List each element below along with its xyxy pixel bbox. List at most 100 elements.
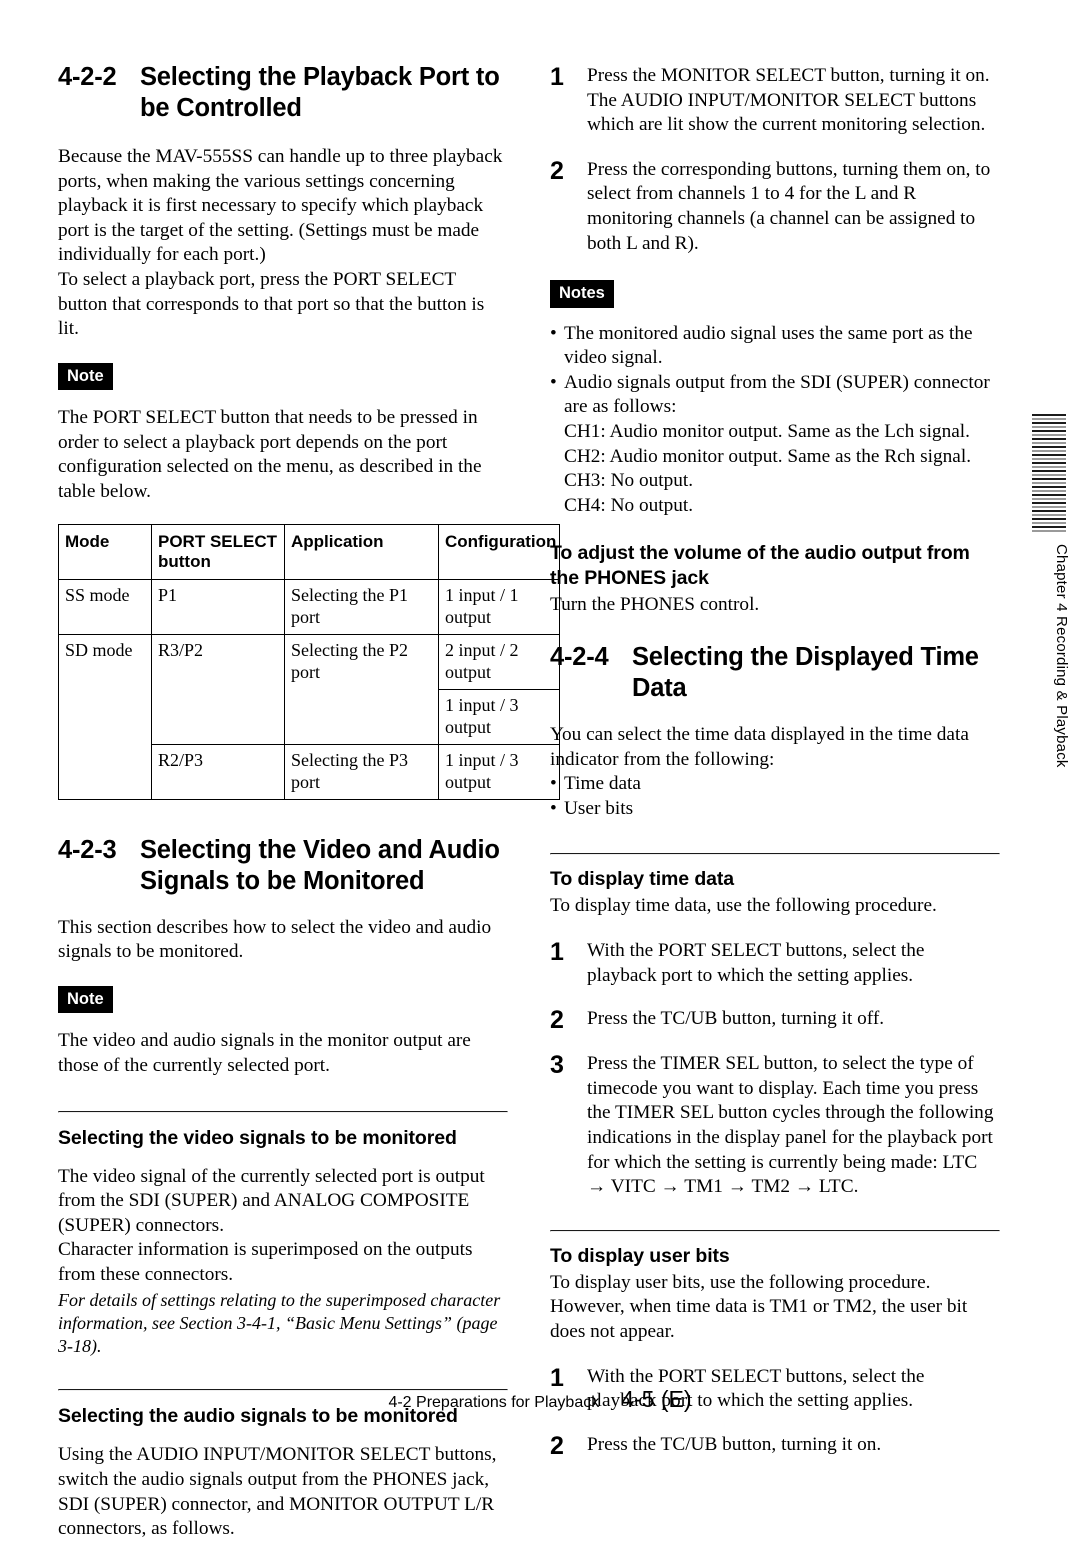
cell-button: R3/P2 [151,633,285,745]
list-item: • The monitored audio signal uses the sa… [550,322,998,371]
note-text: Audio signals output from the SDI (SUPER… [564,371,990,418]
bullet-icon: • [550,322,557,344]
note-badge: Note [58,985,113,1014]
cell-mode: SS mode [58,578,152,635]
manual-page: 4-2-2 Selecting the Playback Port to be … [0,0,1080,1539]
step-text: Press the corresponding buttons, turning… [587,158,991,254]
note-badge-wrapper-1: Note [58,362,506,391]
video-paragraph-2: Character information is superimposed on… [58,1239,473,1285]
subheading-phones-volume: To adjust the volume of the audio output… [550,542,970,590]
note-subline-ch1: CH1: Audio monitor output. Same as the L… [564,421,970,443]
step-monitor-2: 2 Press the corresponding buttons, turni… [550,158,998,256]
note-subline-ch3: CH3: No output. [564,470,694,492]
side-tab-label: Chapter 4 Recording & Playback [1053,544,1070,768]
step-monitor-1: 1 Press the MONITOR SELECT button, turni… [550,64,998,138]
table-header-application: Application [284,523,439,580]
bullet-icon: • [550,797,557,819]
cell-configuration: 1 input / 1 output [438,578,560,635]
video-paragraph-1: The video signal of the currently select… [58,1165,485,1236]
table-header-row: Mode PORT SELECT button Application Conf… [58,523,560,580]
chapter-side-tab: Chapter 4 Recording & Playback [1024,414,1070,774]
bullet-icon: • [550,773,557,795]
time-data-options-list: • Time data • User bits [550,772,998,821]
table-header-port-select-button: PORT SELECT button [151,523,285,580]
subheading-display-time-data: To display time data [550,868,735,891]
section-heading-4-2-2: 4-2-2 Selecting the Playback Port to be … [58,62,506,124]
section-title: Selecting the Playback Port to be Contro… [140,63,500,122]
step-text: Press the TIMER SEL button, to select th… [587,1053,994,1198]
cell-configuration: 1 input / 3 output [438,688,560,745]
step-number: 2 [550,1006,564,1035]
step-time-1: 1 With the PORT SELECT buttons, select t… [550,939,998,988]
subheading-display-user-bits: To display user bits [550,1244,730,1267]
section-423-intro: This section describes how to select the… [58,916,492,963]
cell-application: Selecting the P2 port [284,633,439,745]
section-number: 4-2-2 [58,63,117,91]
option-label: User bits [564,797,634,819]
left-column: 4-2-2 Selecting the Playback Port to be … [58,0,560,1542]
video-italic-reference: For details of settings relating to the … [58,1290,501,1357]
list-item: • User bits [550,797,998,822]
section-423-note-text: The video and audio signals in the monit… [58,1030,471,1076]
step-number: 1 [550,63,564,91]
note-body: Audio signals output from the SDI (SUPER… [564,371,998,519]
user-bits-intro: To display user bits, use the following … [550,1271,968,1342]
step-number: 1 [550,937,564,966]
cell-application: Selecting the P3 port [284,743,439,800]
step-text: With the PORT SELECT buttons, select the… [587,939,925,986]
cell-application: Selecting the P1 port [284,578,439,635]
step-text: Press the TC/UB button, turning it off. [587,1008,885,1030]
notes-badge-wrapper: Notes [550,280,998,308]
step-time-2: 2 Press the TC/UB button, turning it off… [550,1007,998,1033]
notes-badge: Notes [550,280,614,308]
cell-mode: SD mode [58,633,152,800]
section-422-paragraph-1: Because the MAV-555SS can handle up to t… [58,146,503,266]
bullet-icon: • [550,371,557,393]
divider-user-bits [550,1229,1000,1232]
table-row: SD mode R3/P2 Selecting the P2 port 2 in… [58,633,560,800]
step-number: 3 [550,1051,564,1080]
footer-page-number: 4-5 (E) [621,1386,692,1412]
notes-bullet-list: • The monitored audio signal uses the sa… [550,322,998,519]
table-row: SS mode P1 Selecting the P1 port 1 input… [58,578,560,635]
cell-button: P1 [151,578,285,635]
cell-configuration: 2 input / 2 output [438,633,560,690]
right-column: 1 Press the MONITOR SELECT button, turni… [550,0,1000,1459]
section-422-note-text: The PORT SELECT button that needs to be … [58,407,482,503]
section-number: 4-2-3 [58,835,117,864]
section-424-intro: You can select the time data displayed i… [550,724,969,770]
note-badge: Note [58,362,113,391]
phones-text: Turn the PHONES control. [550,594,760,616]
step-number: 2 [550,1431,564,1460]
note-subline-ch4: CH4: No output. [564,494,694,516]
section-heading-4-2-4: 4-2-4 Selecting the Displayed Time Data [550,642,998,704]
cell-button: R2/P3 [151,743,285,800]
time-data-intro: To display time data, use the following … [550,895,937,917]
divider-time-data [550,853,1000,856]
step-text: Press the TC/UB button, turning it on. [587,1433,882,1455]
table-header-configuration: Configuration [438,523,560,580]
step-text: Press the MONITOR SELECT button, turning… [587,65,990,136]
list-item: • Audio signals output from the SDI (SUP… [550,371,998,519]
port-select-table: Mode PORT SELECT button Application Conf… [58,523,560,800]
step-number: 2 [550,156,564,185]
section-title: Selecting the Displayed Time Data [632,643,979,702]
step-time-3: 3 Press the TIMER SEL button, to select … [550,1052,998,1200]
audio-paragraph-1: Using the AUDIO INPUT/MONITOR SELECT but… [58,1444,497,1540]
option-label: Time data [564,773,641,795]
note-badge-wrapper-2: Note [58,985,506,1014]
section-title: Selecting the Video and Audio Signals to… [140,835,500,895]
list-item: • Time data [550,772,998,797]
section-number: 4-2-4 [550,643,609,671]
note-text: The monitored audio signal uses the same… [564,322,973,369]
footer-section-reference: 4-2 Preparations for Playback [388,1394,600,1411]
section-heading-4-2-3: 4-2-3 Selecting the Video and Audio Sign… [58,835,506,897]
section-422-paragraph-2: To select a playback port, press the POR… [58,268,485,340]
side-tab-stripes-icon [1032,414,1066,532]
page-footer: 4-2 Preparations for Playback 4-5 (E) [0,1386,1080,1413]
subheading-video-signals: Selecting the video signals to be monito… [58,1126,457,1149]
table-header-mode: Mode [58,523,152,580]
note-subline-ch2: CH2: Audio monitor output. Same as the R… [564,445,972,467]
step-userbits-2: 2 Press the TC/UB button, turning it on. [550,1433,998,1459]
cell-configuration: 1 input / 3 output [438,743,560,800]
